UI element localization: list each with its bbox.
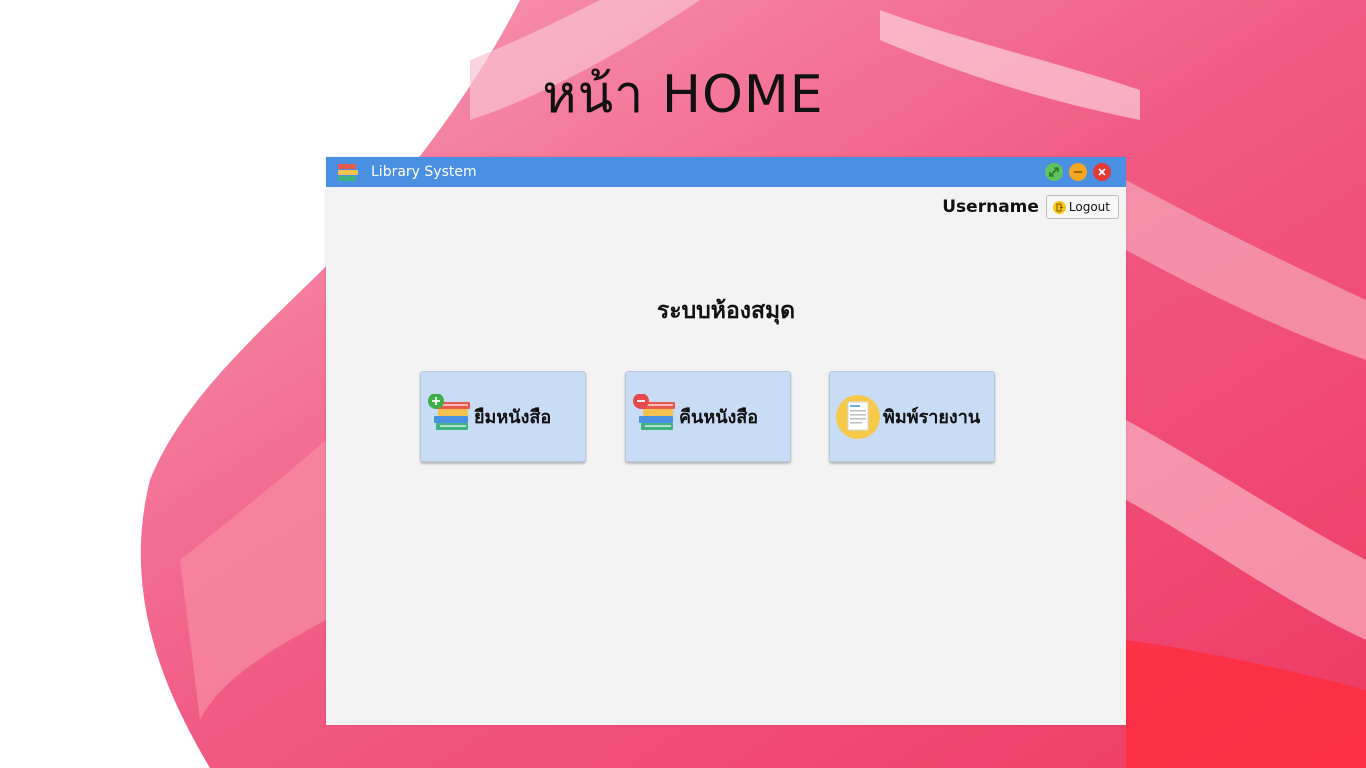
return-books-label: คืนหนังสือ [679,407,759,428]
print-report-button[interactable]: พิมพ์รายงาน [829,371,995,462]
close-icon[interactable] [1093,163,1111,181]
report-icon [836,394,880,439]
maximize-icon[interactable] [1045,163,1063,181]
username-label: Username [942,197,1039,217]
return-books-icon [633,393,675,430]
borrow-books-label: ยืมหนังสือ [474,407,552,428]
logout-button[interactable]: Logout [1045,195,1119,219]
main-heading: ระบบห้องสมุด [656,298,796,324]
title-bar[interactable]: Library System [326,157,1126,187]
logout-icon [1052,200,1066,214]
slide-title: หน้า HOME [542,65,824,125]
return-books-button[interactable]: คืนหนังสือ [625,371,791,462]
print-report-label: พิมพ์รายงาน [883,407,981,428]
books-app-icon [338,162,358,182]
minimize-icon[interactable] [1069,163,1087,181]
window-title: Library System [371,164,477,180]
logout-label: Logout [1068,200,1110,214]
borrow-books-button[interactable]: ยืมหนังสือ [420,371,586,462]
borrow-books-icon [428,393,470,430]
app-window: Library System Username Logout ระบบห้องส… [326,157,1126,725]
